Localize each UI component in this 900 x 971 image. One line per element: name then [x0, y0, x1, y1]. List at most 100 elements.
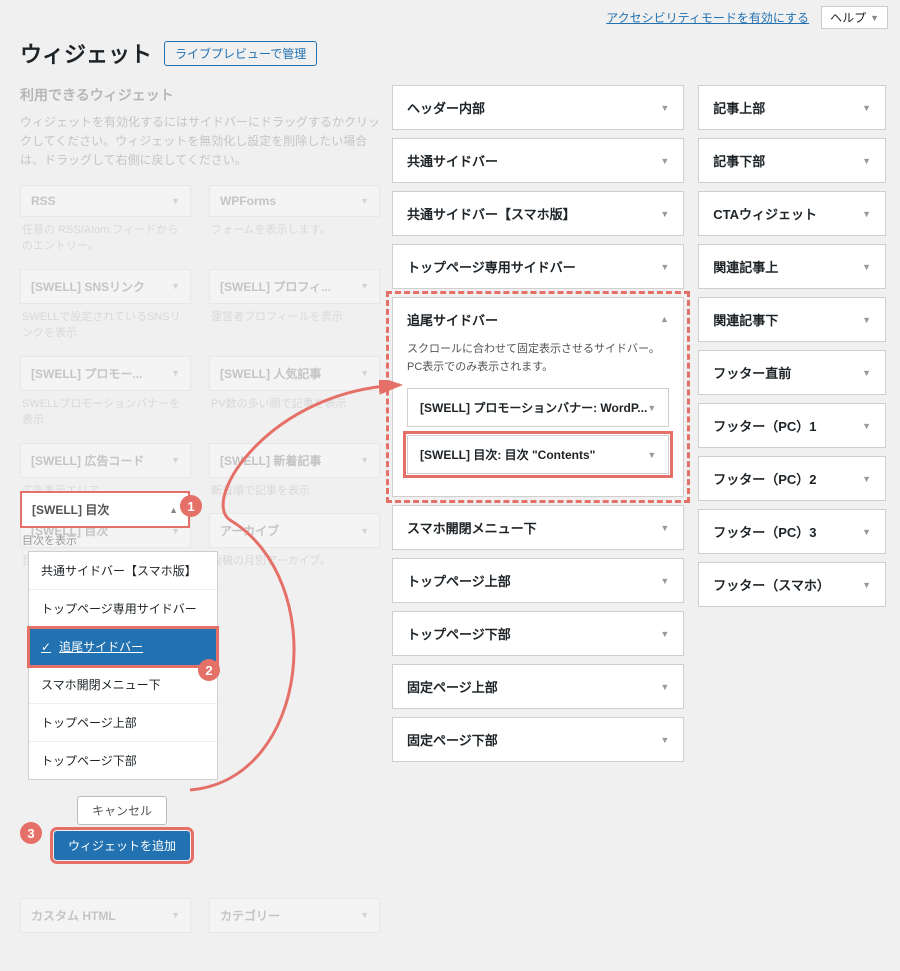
widget-area-header[interactable]: フッター直前▼ [699, 351, 885, 394]
widget-area-header[interactable]: フッター（PC）3 ▼ [699, 510, 885, 553]
widget-area-header[interactable]: トップページ専用サイドバー▼ [393, 245, 683, 288]
chevron-down-icon: ▼ [360, 281, 369, 291]
chevron-down-icon: ▼ [862, 315, 871, 325]
widget-area-header[interactable]: トップページ下部▼ [393, 612, 683, 655]
available-widget-title: RSS [31, 194, 56, 208]
widget-area-label: フッター（PC）1 [713, 416, 816, 435]
widget-area-header[interactable]: 追尾サイドバー▼ [393, 298, 683, 341]
available-widget-title: WPForms [220, 194, 276, 208]
placed-widget[interactable]: [SWELL] 目次: 目次 "Contents" ▼ [407, 435, 669, 474]
area-option[interactable]: トップページ上部 [29, 704, 217, 742]
available-widget[interactable]: [SWELL] 新着記事▼新着順で記事を表示 [209, 443, 380, 508]
widget-area: フッター（スマホ） ▼ [698, 562, 886, 607]
widget-area-header[interactable]: 記事上部▼ [699, 86, 885, 129]
available-widget-sub: SWELLプロモーションバナーを表示 [20, 391, 191, 437]
available-widget-title: [SWELL] プロモー... [31, 365, 142, 382]
available-widget[interactable]: [SWELL] プロフィ...▼運営者プロフィールを表示 [209, 269, 380, 350]
chevron-down-icon: ▼ [862, 103, 871, 113]
a11y-mode-link[interactable]: アクセシビリティモードを有効にする [606, 9, 809, 26]
badge-2: 2 [198, 659, 220, 681]
area-option[interactable]: トップページ下部 [29, 742, 217, 779]
available-widget[interactable]: [SWELL] SNSリンク▼SWELLで設定されているSNSリンクを表示 [20, 269, 191, 350]
available-widget-title: [SWELL] 新着記事 [220, 452, 321, 469]
widget-area-label: トップページ上部 [407, 571, 511, 590]
chevron-up-icon: ▲ [169, 505, 178, 515]
widget-area-header[interactable]: 関連記事上▼ [699, 245, 885, 288]
widget-area-header[interactable]: 固定ページ下部▼ [393, 718, 683, 761]
available-widget-title: [SWELL] 人気記事 [220, 365, 321, 382]
chevron-down-icon: ▼ [647, 450, 656, 460]
area-option[interactable]: トップページ専用サイドバー [29, 590, 217, 628]
widget-area: 関連記事下 ▼ [698, 297, 886, 342]
widget-area: フッター（PC）2 ▼ [698, 456, 886, 501]
add-widget-button[interactable]: ウィジェットを追加 [54, 831, 190, 860]
widget-area-label: フッター（PC）2 [713, 469, 816, 488]
available-widget[interactable]: RSS▼任意の RSS/Atom フィードからのエントリー。 [20, 185, 191, 263]
widget-area-label: フッター直前 [713, 363, 791, 382]
available-widget[interactable]: カテゴリー▼ [209, 898, 380, 951]
widget-area-header[interactable]: 共通サイドバー▼ [393, 139, 683, 182]
chevron-down-icon: ▼ [360, 526, 369, 536]
chevron-down-icon: ▼ [862, 474, 871, 484]
chevron-down-icon: ▼ [171, 910, 180, 920]
widget-area-header[interactable]: フッター（PC）2 ▼ [699, 457, 885, 500]
chevron-down-icon: ▼ [862, 209, 871, 219]
widget-area-label: 固定ページ上部 [407, 677, 498, 696]
open-widget-title: [SWELL] 目次 [32, 501, 109, 518]
available-widget[interactable]: [SWELL] 人気記事▼PV数の多い順で記事を表示 [209, 356, 380, 437]
widget-area: 記事上部▼ [698, 85, 886, 130]
chevron-down-icon: ▼ [360, 368, 369, 378]
available-widget[interactable]: アーカイブ▼投稿の月別アーカイブ。 [209, 513, 380, 578]
widget-area-header[interactable]: フッター（スマホ） ▼ [699, 563, 885, 606]
available-widget-sub [209, 933, 380, 951]
chevron-down-icon: ▼ [862, 580, 871, 590]
area-option[interactable]: 共通サイドバー【スマホ版】 [29, 552, 217, 590]
widget-area: 共通サイドバー▼ [392, 138, 684, 183]
available-widgets-panel: 利用できるウィジェット ウィジェットを有効化するにはサイドバーにドラッグするかク… [20, 85, 380, 951]
live-preview-button[interactable]: ライブプレビューで管理 [164, 41, 317, 66]
widget-area: トップページ専用サイドバー▼ [392, 244, 684, 289]
available-widget-sub: 投稿の月別アーカイブ。 [209, 548, 380, 578]
available-widget-sub: SWELLで設定されているSNSリンクを表示 [20, 304, 191, 350]
badge-1: 1 [180, 495, 202, 517]
widget-area-label: 追尾サイドバー [407, 310, 498, 329]
widget-area-header[interactable]: 関連記事下 ▼ [699, 298, 885, 341]
widget-area-header[interactable]: 固定ページ上部▼ [393, 665, 683, 708]
widget-area-header[interactable]: スマホ開閉メニュー下▼ [393, 506, 683, 549]
widget-area: 固定ページ下部▼ [392, 717, 684, 762]
chevron-down-icon: ▼ [862, 527, 871, 537]
chevron-down-icon: ▼ [660, 629, 669, 639]
chevron-down-icon: ▼ [870, 13, 879, 23]
placed-widget[interactable]: [SWELL] プロモーションバナー: WordP...▼ [407, 388, 669, 427]
cancel-button[interactable]: キャンセル [77, 796, 167, 825]
widget-area-label: フッター（スマホ） [713, 575, 830, 594]
widget-area-header[interactable]: CTAウィジェット ▼ [699, 192, 885, 235]
widget-area-header[interactable]: 共通サイドバー【スマホ版】▼ [393, 192, 683, 235]
widget-area-header[interactable]: 記事下部▼ [699, 139, 885, 182]
available-widget-sub [20, 933, 191, 951]
placed-widget-title: [SWELL] プロモーションバナー: WordP... [420, 399, 647, 416]
available-widget[interactable]: [SWELL] プロモー...▼SWELLプロモーションバナーを表示 [20, 356, 191, 437]
available-widgets-desc: ウィジェットを有効化するにはサイドバーにドラッグするかクリックしてください。ウィ… [20, 113, 380, 171]
widget-area: フッター（PC）1▼ [698, 403, 886, 448]
available-widget[interactable]: WPForms▼フォームを表示します。 [209, 185, 380, 263]
available-widget-title: カスタム HTML [31, 907, 116, 924]
help-dropdown[interactable]: ヘルプ ▼ [821, 6, 888, 29]
widget-area-label: 共通サイドバー [407, 151, 498, 170]
widget-area-label: フッター（PC）3 [713, 522, 816, 541]
widget-area-label: CTAウィジェット [713, 204, 817, 223]
area-chooser: 共通サイドバー【スマホ版】トップページ専用サイドバー✓追尾サイドバースマホ開閉メ… [28, 551, 218, 780]
widget-area-header[interactable]: ヘッダー内部▼ [393, 86, 683, 129]
widget-area: ヘッダー内部▼ [392, 85, 684, 130]
area-option[interactable]: ✓追尾サイドバー [29, 628, 217, 666]
available-widget[interactable]: カスタム HTML ▼ [20, 898, 191, 951]
placed-widget-title: [SWELL] 目次: 目次 "Contents" [420, 446, 595, 463]
widget-area-header[interactable]: トップページ上部▼ [393, 559, 683, 602]
widget-area-header[interactable]: フッター（PC）1▼ [699, 404, 885, 447]
help-label: ヘルプ [830, 9, 866, 26]
widget-area-label: 関連記事下 [713, 310, 778, 329]
area-option[interactable]: スマホ開閉メニュー下 [29, 666, 217, 704]
open-widget-mokuji[interactable]: [SWELL] 目次 ▲ 1 目次を表示 [20, 491, 190, 558]
available-widget-title: カテゴリー [220, 907, 280, 924]
chevron-down-icon: ▼ [171, 281, 180, 291]
